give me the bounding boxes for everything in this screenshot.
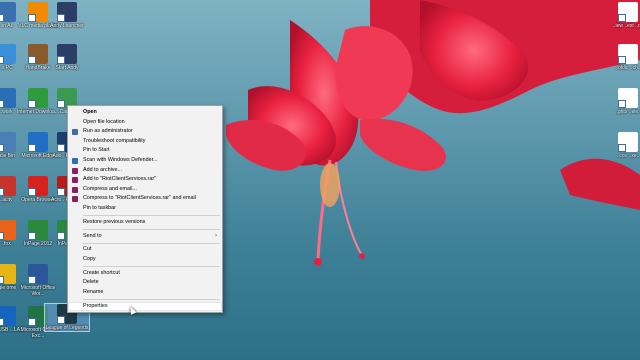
menu-separator: [83, 215, 220, 217]
desktop-icon[interactable]: ..cce ..xe..: [606, 132, 640, 159]
menu-item-label: Create shortcut: [83, 269, 120, 276]
app-icon: [618, 2, 638, 22]
menu-item-label: Run as administrator: [83, 128, 133, 135]
desktop-icon[interactable]: Start Andy: [45, 44, 89, 71]
menu-item-label: Troubleshoot compatibility: [83, 137, 146, 144]
menu-item-restore-previous-versions[interactable]: Restore previous versions: [68, 218, 222, 228]
shield-icon: [72, 129, 78, 136]
menu-item-compress-to-riotclientservices-rar-and-email[interactable]: Compress to "RiotClientServices.rar" and…: [68, 194, 222, 204]
desktop-icon-label: ..iew ..ext ..oc: [612, 23, 640, 29]
menu-item-troubleshoot-compatibility[interactable]: Troubleshoot compatibility: [68, 137, 222, 147]
app-icon: [0, 44, 16, 64]
archive-icon: [72, 196, 78, 203]
menu-separator: [83, 299, 220, 301]
menu-item-send-to[interactable]: Send to ›: [68, 232, 222, 242]
menu-item-pin-to-taskbar[interactable]: Pin to taskbar: [68, 204, 222, 214]
menu-item-label: Open: [83, 109, 97, 115]
app-icon: [28, 264, 48, 284]
app-icon: [57, 2, 77, 22]
app-icon: [618, 88, 638, 108]
menu-item-scan-with-windows-defender[interactable]: Scan with Windows Defender...: [68, 156, 222, 166]
desktop-icon[interactable]: Andy Launcher: [45, 2, 89, 29]
desktop-icon-label: Microsoft Office Wor...: [20, 285, 56, 297]
desktop-icon[interactable]: ..ghts ..ele..: [606, 88, 640, 115]
app-icon: [0, 264, 16, 284]
menu-item-label: Rename: [83, 288, 104, 295]
menu-item-run-as-administrator[interactable]: Run as administrator: [68, 127, 222, 137]
menu-item-rename[interactable]: Rename: [68, 288, 222, 298]
archive-icon: [72, 167, 78, 174]
menu-item-compress-and-email[interactable]: Compress and email...: [68, 185, 222, 195]
menu-item-label: Compress and email...: [83, 185, 137, 192]
menu-item-label: Properties: [83, 302, 108, 309]
app-icon: [0, 132, 16, 152]
menu-item-delete[interactable]: Delete: [68, 278, 222, 288]
menu-item-label: Add to archive...: [83, 166, 122, 173]
menu-item-open[interactable]: Open: [68, 108, 222, 118]
menu-item-label: Open file location: [83, 118, 125, 125]
desktop-icon-label: ..ghts ..ele..: [615, 109, 640, 115]
desktop-icon-label: ..cce ..xe..: [616, 153, 640, 159]
menu-item-open-file-location[interactable]: Open file location: [68, 118, 222, 128]
menu-item-label: Pin to taskbar: [83, 204, 116, 211]
menu-item-cut[interactable]: Cut: [68, 245, 222, 255]
app-icon: [0, 306, 16, 326]
menu-item-label: Send to: [83, 232, 102, 239]
menu-item-copy[interactable]: Copy: [68, 255, 222, 265]
desktop-icon[interactable]: ..iew ..ext ..oc: [606, 2, 640, 29]
desktop-icon-label: Start Andy: [55, 65, 79, 71]
menu-item-label: Restore previous versions: [83, 218, 146, 225]
app-icon: [0, 220, 16, 240]
menu-item-label: Add to "RiotClientServices.rar": [83, 176, 157, 183]
archive-icon: [72, 177, 78, 184]
menu-item-properties[interactable]: Properties: [68, 301, 222, 312]
app-icon: [0, 2, 16, 22]
menu-item-pin-to-start[interactable]: Pin to Start: [68, 146, 222, 156]
menu-separator: [83, 266, 220, 268]
desktop-icon-label: ..oldic ..ch..: [615, 65, 640, 71]
desktop-icon[interactable]: ..oldic ..ch..: [606, 44, 640, 71]
menu-item-label: Compress to "RiotClientServices.rar" and…: [83, 195, 196, 202]
menu-separator: [83, 242, 220, 244]
app-icon: [0, 176, 16, 196]
desktop-icon-label: League of Legends: [45, 325, 89, 331]
app-icon: [618, 132, 638, 152]
menu-item-add-to-archive[interactable]: Add to archive...: [68, 166, 222, 176]
menu-item-label: Scan with Windows Defender...: [83, 156, 158, 163]
desktop-icon-label: Andy Launcher: [50, 23, 84, 29]
desktop-icon[interactable]: Microsoft Office Wor...: [16, 264, 60, 297]
menu-item-label: Copy: [83, 255, 96, 262]
archive-icon: [72, 186, 78, 193]
app-icon: [57, 44, 77, 64]
menu-item-add-to-riotclientservices-rar[interactable]: Add to "RiotClientServices.rar": [68, 175, 222, 185]
menu-item-label: Delete: [83, 279, 99, 286]
defender-icon: [72, 157, 78, 164]
chevron-right-icon: ›: [215, 232, 217, 239]
menu-item-label: Cut: [83, 246, 92, 253]
context-menu: Open Open file location Run as administrat…: [67, 105, 223, 313]
app-icon: [618, 44, 638, 64]
menu-separator: [83, 228, 220, 230]
menu-item-label: Pin to Start: [83, 147, 110, 154]
app-icon: [0, 88, 16, 108]
menu-item-create-shortcut[interactable]: Create shortcut: [68, 269, 222, 279]
